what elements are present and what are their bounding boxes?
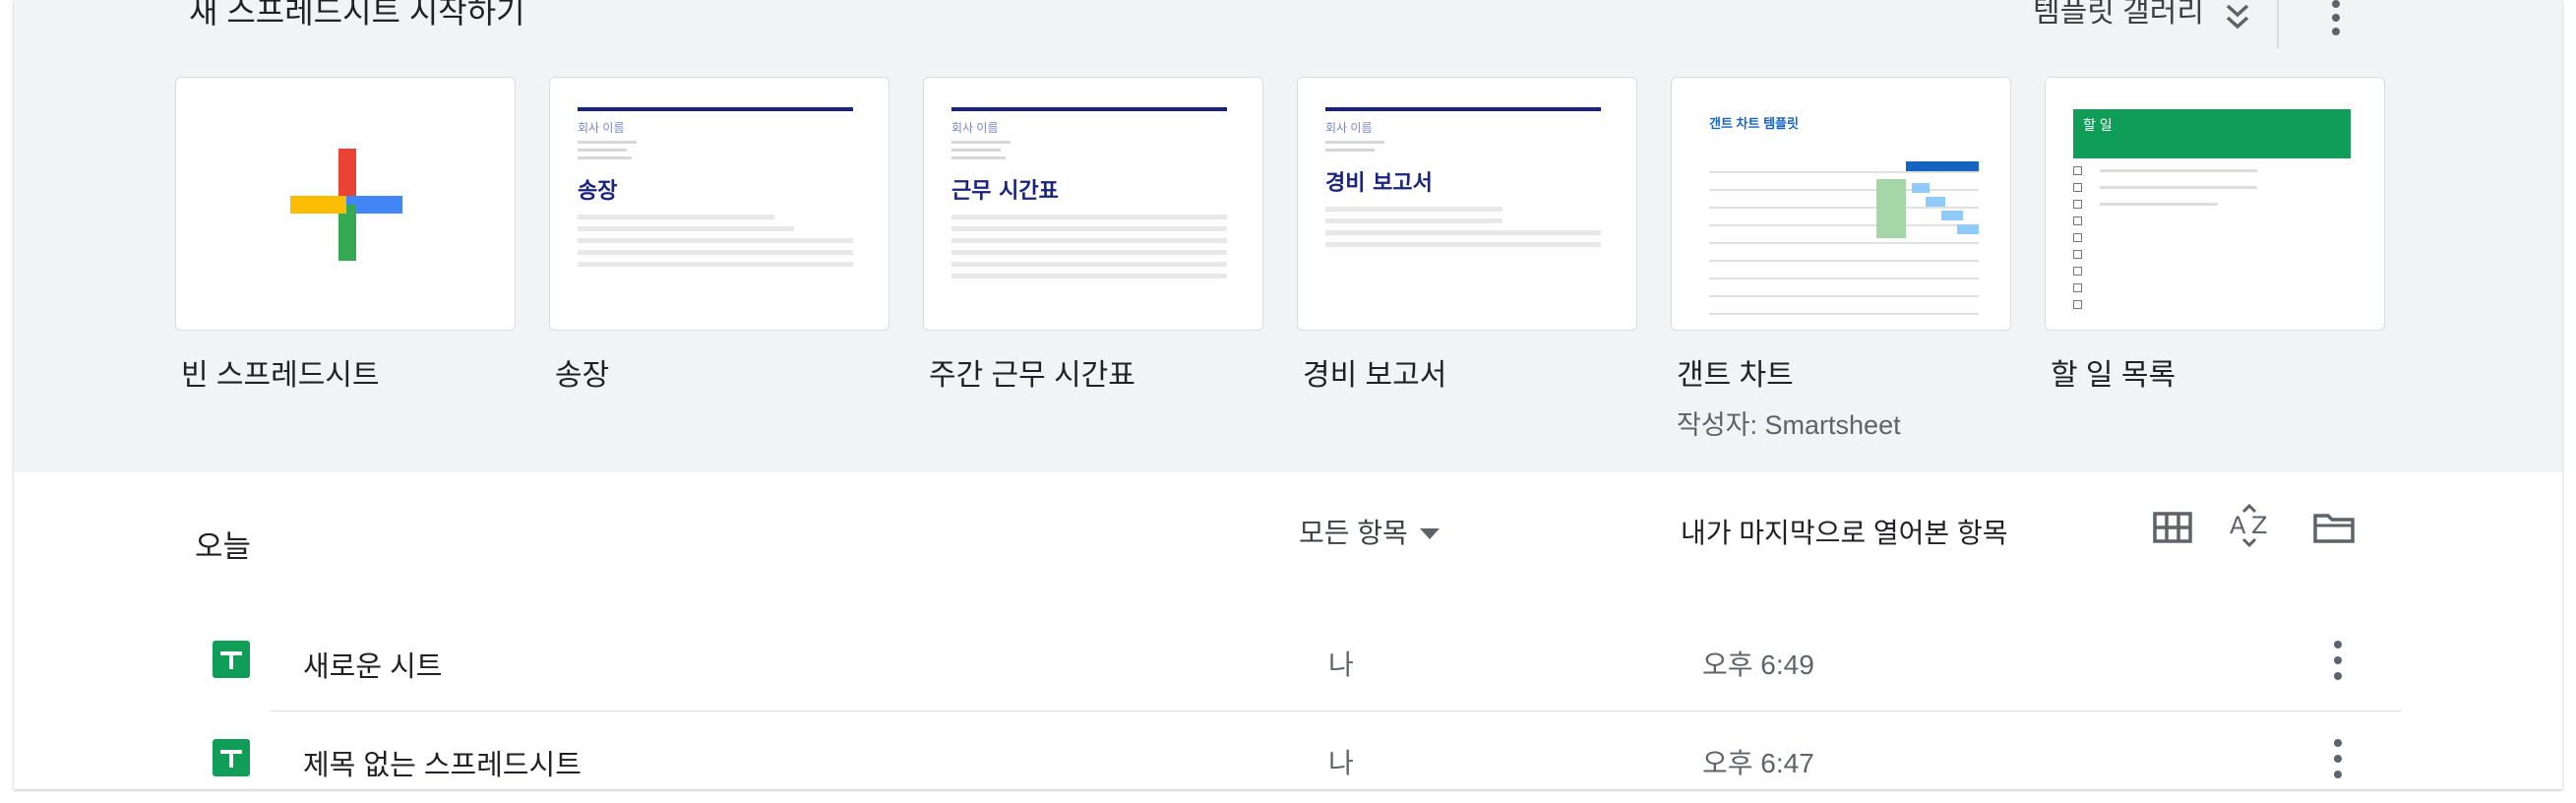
template-section-title: 새 스프레드시트 시작하기 <box>189 0 525 30</box>
sheets-file-icon <box>213 739 250 776</box>
file-owner: 나 <box>1328 649 1354 680</box>
template-label: 갠트 차트 <box>1677 359 1794 392</box>
svg-text:A: A <box>2230 512 2246 539</box>
owner-filter-dropdown[interactable]: 모든 항목 <box>1299 512 1440 551</box>
template-gantt-chart[interactable]: 갠트 차트 템플릿 갠트 차트 작성자: Smartsheet <box>1671 77 2011 442</box>
thumb-heading: 할 일 <box>2073 109 2351 158</box>
gantt-preview: 갠트 차트 템플릿 <box>1709 113 1979 319</box>
timesheet-preview: 회사 이름 근무 시간표 <box>951 107 1227 278</box>
section-label-today: 오늘 <box>195 529 252 564</box>
file-row[interactable]: 제목 없는 스프레드시트 나 오후 6:47 <box>161 710 2401 789</box>
template-label: 빈 스프레드시트 <box>181 359 380 392</box>
template-thumbnail[interactable]: 할 일 <box>2045 77 2385 331</box>
grid-view-icon[interactable] <box>2149 504 2196 551</box>
thumb-company: 회사 이름 <box>951 121 999 135</box>
template-thumbnail[interactable]: 회사 이름 송장 <box>549 77 889 331</box>
sort-by-last-opened[interactable]: 내가 마지막으로 열어본 항목 <box>1681 512 2007 551</box>
template-gallery-button[interactable]: 템플릿 갤러리 <box>2033 0 2204 31</box>
more-vert-icon[interactable] <box>2316 0 2356 39</box>
expense-preview: 회사 이름 경비 보고서 <box>1325 107 1601 247</box>
header-divider <box>2277 0 2279 49</box>
file-name: 제목 없는 스프레드시트 <box>303 750 582 781</box>
template-blank[interactable]: 빈 스프레드시트 <box>175 77 516 394</box>
template-thumbnail[interactable]: 갠트 차트 템플릿 <box>1671 77 2011 331</box>
file-last-opened: 오후 6:47 <box>1702 748 1814 778</box>
template-section: 새 스프레드시트 시작하기 템플릿 갤러리 빈 스프레드시트 회사 이름 송장 … <box>14 0 2562 472</box>
template-label: 송장 <box>555 359 610 392</box>
template-label: 할 일 목록 <box>2051 359 2177 392</box>
file-name: 새로운 시트 <box>303 651 443 683</box>
sheets-file-icon <box>213 641 250 678</box>
folder-icon[interactable] <box>2310 504 2358 551</box>
more-vert-icon[interactable] <box>2318 732 2358 785</box>
sort-az-icon[interactable]: A Z <box>2228 503 2275 551</box>
template-expense-report[interactable]: 회사 이름 경비 보고서 경비 보고서 <box>1297 77 1637 394</box>
invoice-preview: 회사 이름 송장 <box>578 107 853 267</box>
svg-text:Z: Z <box>2251 512 2267 539</box>
owner-filter-label: 모든 항목 <box>1299 518 1408 548</box>
template-invoice[interactable]: 회사 이름 송장 송장 <box>549 77 889 394</box>
thumb-company: 회사 이름 <box>1325 121 1373 135</box>
template-label: 주간 근무 시간표 <box>929 359 1135 392</box>
template-thumbnail[interactable]: 회사 이름 경비 보고서 <box>1297 77 1637 331</box>
template-timesheet[interactable]: 회사 이름 근무 시간표 주간 근무 시간표 <box>923 77 1263 394</box>
file-row[interactable]: 새로운 시트 나 오후 6:49 <box>161 612 2401 710</box>
thumb-company: 회사 이름 <box>578 121 625 135</box>
file-owner: 나 <box>1328 748 1354 778</box>
more-vert-icon[interactable] <box>2318 634 2358 687</box>
thumb-heading: 근무 시간표 <box>951 178 1059 204</box>
main-frame: 새 스프레드시트 시작하기 템플릿 갤러리 빈 스프레드시트 회사 이름 송장 … <box>14 0 2562 789</box>
template-thumbnail[interactable]: 회사 이름 근무 시간표 <box>923 77 1263 331</box>
template-todo-list[interactable]: 할 일 할 일 목록 <box>2045 77 2385 394</box>
plus-icon <box>290 149 402 261</box>
template-author: 작성자: Smartsheet <box>1677 410 1901 440</box>
template-label: 경비 보고서 <box>1303 359 1447 392</box>
template-thumbnail[interactable] <box>175 77 516 331</box>
thumb-heading: 경비 보고서 <box>1325 170 1433 196</box>
dropdown-arrow-icon <box>1419 527 1440 539</box>
thumb-heading: 갠트 차트 템플릿 <box>1709 116 1799 131</box>
todo-preview: 할 일 <box>2073 109 2351 309</box>
thumb-heading: 송장 <box>578 178 618 204</box>
expand-icon[interactable] <box>2216 0 2259 37</box>
template-header: 새 스프레드시트 시작하기 템플릿 갤러리 <box>14 0 2562 49</box>
file-last-opened: 오후 6:49 <box>1702 649 1814 680</box>
